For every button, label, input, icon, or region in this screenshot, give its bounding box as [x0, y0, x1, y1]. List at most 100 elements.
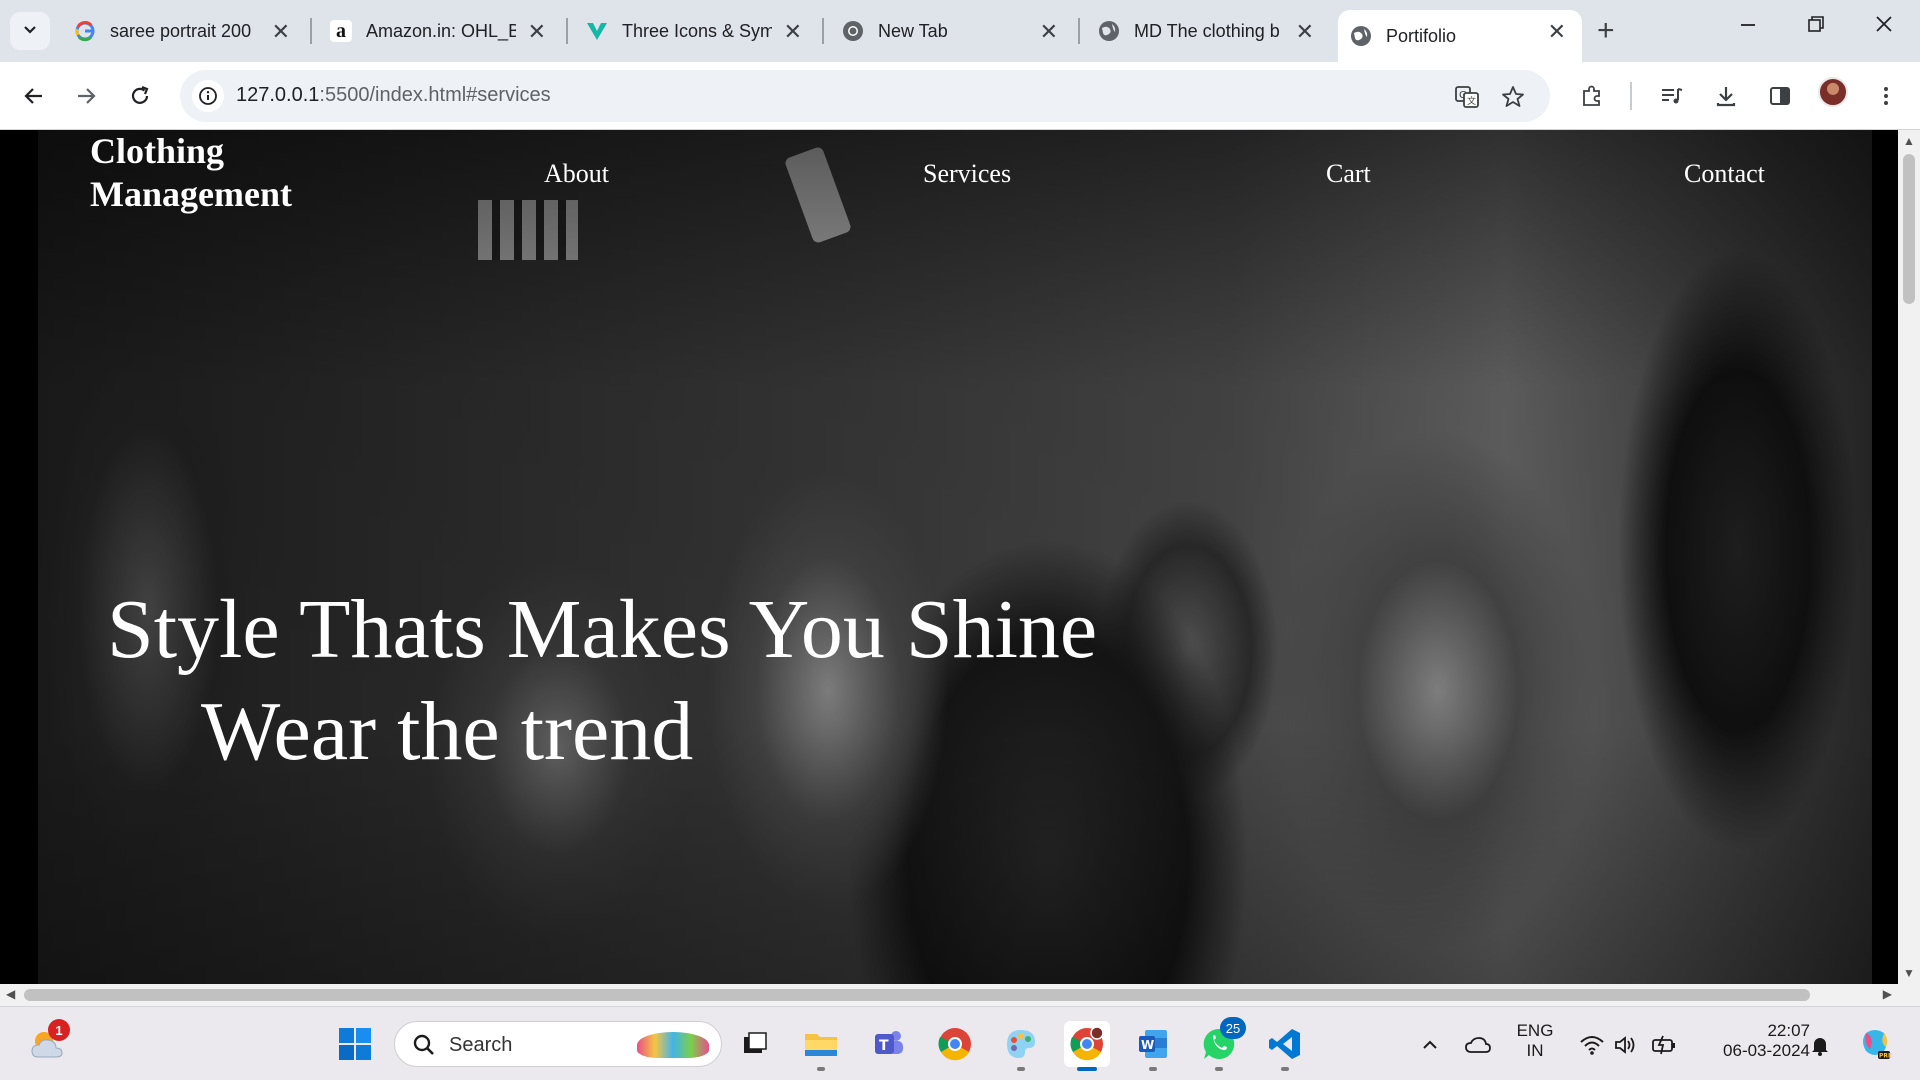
onedrive-cloud-icon[interactable] [1464, 1031, 1492, 1059]
nav-contact[interactable]: Contact [1684, 159, 1765, 189]
logo-line-2: Management [90, 174, 292, 214]
url-path: :5500/index.html#services [319, 84, 551, 106]
word-icon[interactable]: W [1130, 1021, 1176, 1071]
minimize-icon[interactable] [1736, 12, 1760, 43]
windows-start-icon[interactable] [332, 1021, 378, 1067]
weather-notification-badge: 1 [48, 1019, 70, 1041]
hero-background-overlay [38, 130, 1872, 984]
horizontal-scroll-thumb[interactable] [24, 989, 1810, 1001]
close-window-icon[interactable] [1872, 12, 1896, 43]
url-text[interactable]: 127.0.0.1:5500/index.html#services [236, 84, 551, 107]
close-tab-icon[interactable]: ✕ [272, 19, 290, 45]
copilot-icon[interactable]: PRE [1858, 1027, 1892, 1061]
vertical-scrollbar[interactable]: ▲ ▼ [1898, 130, 1920, 984]
restore-icon[interactable] [1804, 12, 1828, 43]
chrome-icon[interactable] [932, 1021, 978, 1067]
whatsapp-unread-badge: 25 [1220, 1017, 1246, 1039]
chrome-icon [842, 20, 864, 42]
tab-three-icons[interactable]: Three Icons & Sym ✕ [574, 10, 818, 52]
task-view-icon[interactable] [732, 1021, 778, 1067]
close-tab-icon[interactable]: ✕ [1548, 19, 1566, 45]
search-icon [411, 1032, 437, 1063]
running-indicator [1017, 1067, 1025, 1071]
tab-saree-portrait[interactable]: saree portrait 200 ✕ [62, 10, 306, 52]
tab-title: Three Icons & Sym [622, 20, 772, 41]
running-indicator [1281, 1067, 1289, 1071]
chevron-down-icon [22, 21, 38, 42]
holi-colors-icon [637, 1032, 709, 1058]
scroll-right-arrow-icon[interactable]: ▶ [1883, 987, 1892, 1001]
tab-portifolio[interactable]: Portifolio ✕ [1338, 10, 1582, 62]
nav-services[interactable]: Services [923, 159, 1011, 189]
close-tab-icon[interactable]: ✕ [784, 19, 802, 45]
horizontal-scrollbar[interactable]: ◀ ▶ [0, 984, 1898, 1006]
tab-separator [566, 18, 568, 44]
show-hidden-icons-chevron-icon[interactable] [1416, 1031, 1444, 1059]
wifi-icon[interactable] [1578, 1031, 1606, 1059]
bookmark-star-icon[interactable] [1498, 82, 1528, 112]
battery-charging-icon[interactable] [1650, 1031, 1678, 1059]
scroll-left-arrow-icon[interactable]: ◀ [6, 987, 15, 1001]
running-indicator [1215, 1067, 1223, 1071]
new-tab-plus-icon[interactable]: + [1597, 14, 1615, 48]
browser-toolbar: 127.0.0.1:5500/index.html#services G文 [0, 62, 1920, 130]
nav-about[interactable]: About [544, 159, 609, 189]
extensions-puzzle-icon[interactable] [1574, 78, 1610, 114]
taskbar-search-box[interactable]: Search [394, 1021, 722, 1067]
running-indicator [1077, 1067, 1097, 1071]
file-explorer-icon[interactable] [798, 1021, 844, 1071]
svg-text:PRE: PRE [1879, 1053, 1892, 1060]
tab-title: Portifolio [1386, 25, 1457, 46]
translate-icon[interactable]: G文 [1452, 82, 1482, 112]
close-tab-icon[interactable]: ✕ [1296, 19, 1314, 45]
language-indicator[interactable]: ENG IN [1512, 1021, 1558, 1061]
hero-section: Clothing Management About Services Cart … [38, 130, 1872, 984]
notification-bell-icon[interactable] [1806, 1031, 1834, 1059]
tab-title: New Tab [878, 20, 948, 41]
tab-amazon[interactable]: a Amazon.in: OHL_B ✕ [318, 10, 562, 52]
running-indicator [1149, 1067, 1157, 1071]
globe-icon [1350, 25, 1372, 47]
site-logo[interactable]: Clothing Management [90, 130, 390, 216]
windows-taskbar: 1 Search T W 25 ENG IN 22:07 06-03-2024 … [0, 1006, 1920, 1080]
reading-list-icon[interactable] [1654, 78, 1690, 114]
info-icon[interactable] [192, 80, 224, 112]
search-label: Search [449, 1034, 513, 1056]
back-arrow-icon[interactable] [16, 78, 52, 114]
close-tab-icon[interactable]: ✕ [528, 19, 546, 45]
tab-separator [822, 18, 824, 44]
side-panel-icon[interactable] [1762, 78, 1798, 114]
vscode-icon[interactable] [1262, 1021, 1308, 1071]
chrome-profile-icon[interactable] [1064, 1021, 1110, 1071]
tab-md-clothing[interactable]: MD The clothing b ✕ [1086, 10, 1330, 52]
download-icon[interactable] [1708, 78, 1744, 114]
svg-text:T: T [879, 1038, 889, 1054]
hero-subtitle: Wear the trend [201, 685, 694, 778]
tab-title: Amazon.in: OHL_B [366, 20, 516, 41]
tab-title: MD The clothing b [1134, 20, 1280, 41]
tab-search-button[interactable] [10, 12, 50, 50]
tab-separator [1078, 18, 1080, 44]
vertical-scroll-thumb[interactable] [1903, 154, 1915, 304]
tab-new-tab[interactable]: New Tab ✕ [830, 10, 1074, 52]
amazon-icon: a [330, 20, 352, 42]
clock[interactable]: 22:07 06-03-2024 [1696, 1021, 1810, 1061]
google-icon [74, 20, 96, 42]
scroll-down-arrow-icon[interactable]: ▼ [1903, 966, 1915, 980]
more-menu-icon[interactable] [1868, 78, 1904, 114]
reload-icon[interactable] [122, 78, 158, 114]
tab-title: saree portrait 200 [110, 20, 252, 41]
close-tab-icon[interactable]: ✕ [1040, 19, 1058, 45]
clock-time: 22:07 [1767, 1021, 1810, 1040]
page-viewport: Clothing Management About Services Cart … [0, 130, 1898, 984]
nav-cart[interactable]: Cart [1326, 159, 1371, 189]
scroll-up-arrow-icon[interactable]: ▲ [1903, 134, 1915, 148]
profile-avatar[interactable] [1818, 77, 1848, 107]
paint-icon[interactable] [998, 1021, 1044, 1071]
address-bar[interactable]: 127.0.0.1:5500/index.html#services G文 [180, 70, 1550, 122]
logo-line-1: Clothing [90, 131, 225, 171]
teams-icon[interactable]: T [866, 1021, 912, 1067]
forward-arrow-icon[interactable] [68, 78, 104, 114]
region-code: IN [1526, 1041, 1544, 1060]
volume-icon[interactable] [1612, 1031, 1640, 1059]
